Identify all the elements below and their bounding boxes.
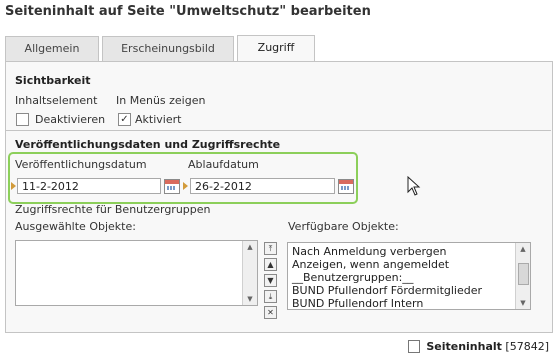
move-bottom-button[interactable]: ⤓ xyxy=(264,290,277,303)
calendar-icon[interactable] xyxy=(164,179,180,194)
record-info: Seiteninhalt [57842] xyxy=(426,340,549,353)
list-item[interactable]: BUND Pfullendorf Fördermitglieder xyxy=(292,284,482,297)
pub-date-input[interactable]: 11-2-2012 xyxy=(17,178,161,194)
scroll-down-icon[interactable]: ▼ xyxy=(516,297,530,309)
move-down-button[interactable]: ▼ xyxy=(264,274,277,287)
mouse-cursor-icon xyxy=(407,176,421,196)
visibility-heading: Sichtbarkeit xyxy=(15,74,91,87)
calendar-icon[interactable] xyxy=(338,179,354,194)
record-label: Seiteninhalt xyxy=(426,340,502,353)
move-up-button[interactable]: ▲ xyxy=(264,258,277,271)
list-item[interactable]: Nach Anmeldung verbergen xyxy=(292,245,447,258)
activated-checkbox[interactable]: ✓ xyxy=(118,113,131,126)
access-rights-label: Zugriffsrechte für Benutzergruppen xyxy=(15,203,211,216)
document-icon xyxy=(408,340,420,353)
content-element-label: Inhaltselement xyxy=(15,94,98,107)
tab-erscheinungsbild[interactable]: Erscheinungsbild xyxy=(102,36,234,61)
list-item[interactable]: __Benutzergruppen:__ xyxy=(292,271,413,284)
deactivate-checkbox[interactable] xyxy=(16,113,29,126)
available-objects-list[interactable]: Nach Anmeldung verbergen Anzeigen, wenn … xyxy=(287,242,531,310)
selected-objects-list[interactable]: ▲ ▼ xyxy=(15,240,258,306)
list-item[interactable]: Anzeigen, wenn angemeldet xyxy=(292,258,449,271)
selected-objects-label: Ausgewählte Objekte: xyxy=(15,220,136,233)
pub-date-label: Veröffentlichungsdatum xyxy=(15,158,147,171)
scroll-up-icon[interactable]: ▲ xyxy=(516,243,530,255)
required-arrow-icon xyxy=(11,182,16,190)
exp-date-input[interactable]: 26-2-2012 xyxy=(190,178,335,194)
publication-heading: Veröffentlichungsdaten und Zugriffsrecht… xyxy=(15,138,281,151)
tab-allgemein[interactable]: Allgemein xyxy=(5,36,99,61)
scroll-down-icon[interactable]: ▼ xyxy=(243,293,257,305)
scrollbar-thumb[interactable] xyxy=(518,263,529,285)
record-id: [57842] xyxy=(505,340,549,353)
activated-label: Aktiviert xyxy=(135,113,182,126)
scroll-up-icon[interactable]: ▲ xyxy=(243,241,257,253)
deactivate-label: Deaktivieren xyxy=(35,113,106,126)
menus-label: In Menüs zeigen xyxy=(116,94,206,107)
required-arrow-icon xyxy=(183,182,188,190)
page-title: Seiteninhalt auf Seite "Umweltschutz" be… xyxy=(5,4,371,19)
list-item[interactable]: BUND Pfullendorf Intern xyxy=(292,297,423,310)
section-divider xyxy=(5,130,551,131)
exp-date-label: Ablaufdatum xyxy=(188,158,259,171)
move-top-button[interactable]: ⤒ xyxy=(264,242,277,255)
available-list-scrollbar[interactable]: ▲ ▼ xyxy=(515,243,530,309)
selected-list-scrollbar[interactable]: ▲ ▼ xyxy=(242,241,257,305)
available-objects-label: Verfügbare Objekte: xyxy=(288,220,399,233)
remove-button[interactable]: ✕ xyxy=(264,306,277,319)
tab-zugriff[interactable]: Zugriff xyxy=(237,35,315,62)
